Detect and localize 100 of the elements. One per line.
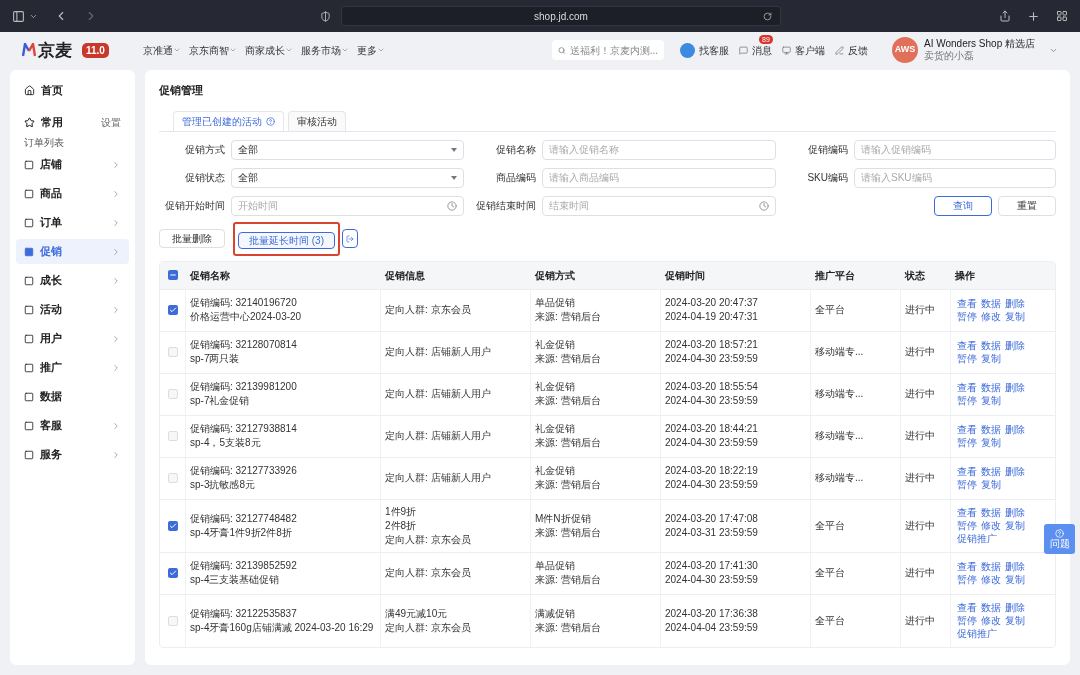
sidebar-item[interactable]: 活动: [16, 297, 129, 322]
row-checkbox[interactable]: [167, 473, 178, 483]
action-link[interactable]: 暂停: [957, 310, 977, 323]
action-link[interactable]: 促销推广: [957, 627, 997, 640]
tab-overview-icon[interactable]: [1056, 10, 1068, 22]
action-link[interactable]: 暂停: [957, 573, 977, 586]
input-field[interactable]: 请输入促销编码: [854, 139, 1056, 160]
action-link[interactable]: 查看: [957, 465, 977, 478]
row-checkbox[interactable]: [167, 431, 178, 441]
action-link[interactable]: 复制: [981, 478, 1001, 491]
input-field[interactable]: 请输入促销名称: [542, 139, 776, 160]
action-link[interactable]: 数据: [981, 560, 1001, 573]
action-link[interactable]: 暂停: [957, 614, 977, 627]
header-tool-button[interactable]: 消息: [739, 42, 772, 58]
select-field[interactable]: 全部: [231, 139, 464, 160]
action-link[interactable]: 查看: [957, 560, 977, 573]
sidebar-item[interactable]: 推广: [16, 355, 129, 380]
action-link[interactable]: 删除: [1005, 560, 1025, 573]
action-link[interactable]: 查看: [957, 423, 977, 436]
action-link[interactable]: 复制: [981, 436, 1001, 449]
row-checkbox[interactable]: [167, 520, 178, 531]
filter-label: 促销方式: [184, 143, 225, 157]
row-checkbox[interactable]: [167, 305, 178, 315]
action-link[interactable]: 查看: [957, 339, 977, 352]
tab[interactable]: 管理已创建的活动: [173, 110, 284, 131]
action-link[interactable]: 删除: [1005, 465, 1025, 478]
sidebar-toggle-icon[interactable]: [12, 9, 25, 23]
action-link[interactable]: 复制: [981, 394, 1001, 407]
bulk-action-button[interactable]: 批量延长时间 (3): [238, 231, 335, 249]
nav-menu-item[interactable]: 京准通: [142, 42, 181, 58]
settings-link[interactable]: 设置: [101, 114, 121, 130]
reset-button[interactable]: 重置: [998, 195, 1056, 216]
sidebar-item[interactable]: 服务: [16, 442, 129, 467]
reload-icon[interactable]: [763, 11, 772, 21]
sidebar-item[interactable]: 订单: [16, 210, 129, 235]
action-link[interactable]: 复制: [1005, 519, 1025, 532]
new-tab-icon[interactable]: [1027, 9, 1040, 23]
action-link[interactable]: 数据: [981, 506, 1001, 519]
action-link[interactable]: 查看: [957, 601, 977, 614]
action-link[interactable]: 数据: [981, 465, 1001, 478]
search-field[interactable]: 送福利！京麦内测...: [552, 40, 664, 60]
nav-menu-item[interactable]: 京东商智: [188, 42, 237, 58]
action-link[interactable]: 促销推广: [957, 532, 997, 545]
sidebar-item[interactable]: 店铺: [16, 152, 129, 177]
sidebar-item[interactable]: 促销: [16, 239, 129, 264]
sidebar-item[interactable]: 客服: [16, 413, 129, 438]
sidebar-item[interactable]: 数据: [16, 384, 129, 409]
action-link[interactable]: 数据: [981, 297, 1001, 310]
sidebar-item[interactable]: 用户: [16, 326, 129, 351]
row-checkbox[interactable]: [167, 389, 178, 399]
query-button[interactable]: 查询: [934, 195, 992, 216]
action-link[interactable]: 查看: [957, 381, 977, 394]
action-link[interactable]: 暂停: [957, 519, 977, 532]
input-field[interactable]: 请输入商品编码: [542, 167, 776, 188]
action-link[interactable]: 删除: [1005, 506, 1025, 519]
action-link[interactable]: 数据: [981, 339, 1001, 352]
action-link[interactable]: 暂停: [957, 352, 977, 365]
action-link[interactable]: 暂停: [957, 394, 977, 407]
select-all-checkbox[interactable]: [168, 270, 178, 280]
row-checkbox[interactable]: [167, 568, 178, 578]
action-link[interactable]: 暂停: [957, 436, 977, 449]
export-button[interactable]: [342, 229, 358, 248]
sidebar-item[interactable]: 商品: [16, 181, 129, 206]
action-link[interactable]: 数据: [981, 601, 1001, 614]
header-tool-button[interactable]: 反馈: [835, 42, 868, 58]
help-float-button[interactable]: 问题: [1044, 524, 1075, 554]
header-tool-button[interactable]: 客户端: [782, 42, 825, 58]
action-link[interactable]: 修改: [981, 519, 1001, 532]
row-checkbox[interactable]: [167, 347, 178, 357]
action-link[interactable]: 删除: [1005, 339, 1025, 352]
action-link[interactable]: 修改: [981, 310, 1001, 323]
shortcut-item[interactable]: 订单列表: [16, 136, 129, 150]
action-link[interactable]: 数据: [981, 381, 1001, 394]
action-link[interactable]: 删除: [1005, 423, 1025, 436]
action-link[interactable]: 删除: [1005, 297, 1025, 310]
nav-menu-item[interactable]: 商家成长: [244, 42, 293, 58]
action-link[interactable]: 查看: [957, 506, 977, 519]
bulk-action-button[interactable]: 批量删除: [159, 229, 225, 248]
sidebar-item[interactable]: 首页: [16, 76, 129, 104]
action-link[interactable]: 数据: [981, 423, 1001, 436]
action-link[interactable]: 复制: [1005, 614, 1025, 627]
action-link[interactable]: 查看: [957, 297, 977, 310]
tab[interactable]: 审核活动: [288, 110, 346, 131]
row-checkbox[interactable]: [167, 615, 178, 626]
action-link[interactable]: 删除: [1005, 381, 1025, 394]
header-tool-button[interactable]: 找客服: [680, 42, 729, 58]
nav-menu-item[interactable]: 服务市场: [300, 42, 349, 58]
action-link[interactable]: 修改: [981, 614, 1001, 627]
action-link[interactable]: 删除: [1005, 601, 1025, 614]
action-link[interactable]: 复制: [981, 352, 1001, 365]
action-link[interactable]: 修改: [981, 573, 1001, 586]
sidebar-item[interactable]: 成长: [16, 268, 129, 293]
action-link[interactable]: 暂停: [957, 478, 977, 491]
address-bar[interactable]: shop.jd.com: [341, 6, 781, 26]
action-link[interactable]: 复制: [1005, 310, 1025, 323]
input-field[interactable]: 请输入SKU编码: [854, 167, 1056, 188]
select-field[interactable]: 全部: [231, 167, 464, 188]
share-icon[interactable]: [999, 10, 1011, 22]
nav-menu-item[interactable]: 更多: [356, 42, 385, 58]
action-link[interactable]: 复制: [1005, 573, 1025, 586]
